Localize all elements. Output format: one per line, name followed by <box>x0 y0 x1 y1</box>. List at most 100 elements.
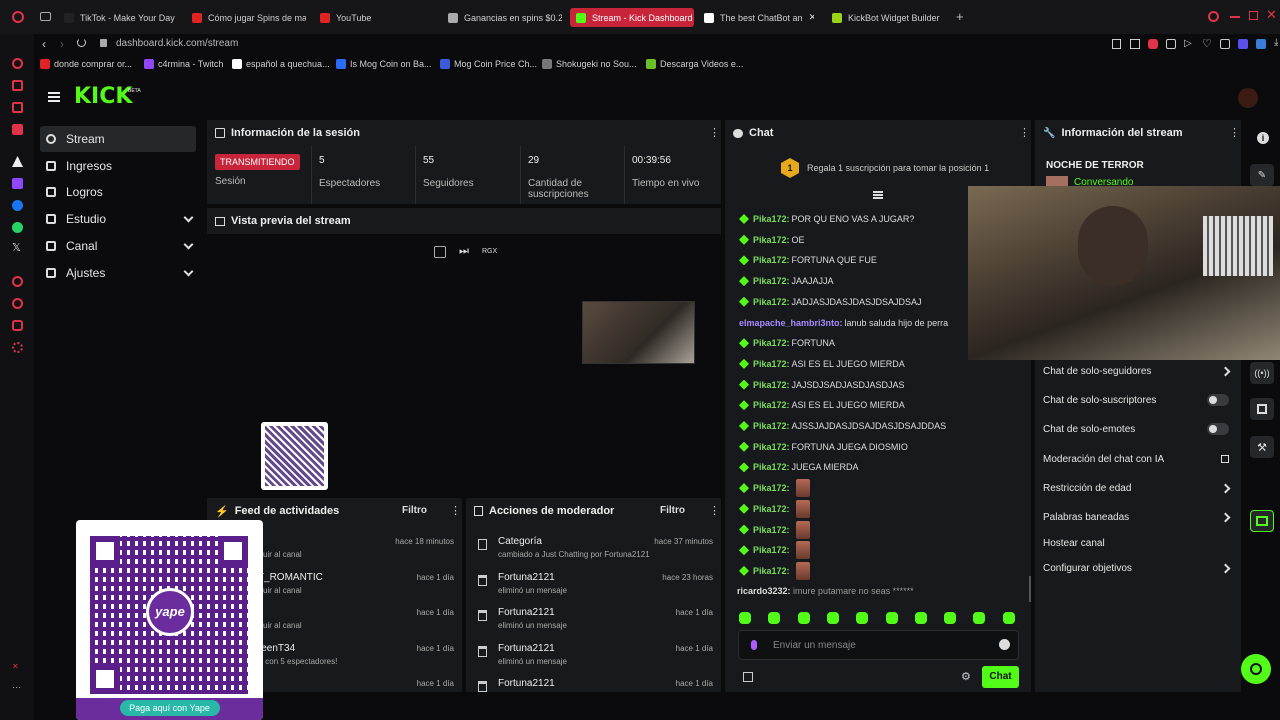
chat-last-user[interactable]: ricardo3232: <box>737 586 791 596</box>
layout-rail-icon[interactable] <box>1250 398 1274 420</box>
reload-icon[interactable] <box>77 38 86 47</box>
mod-more-icon[interactable]: ⋮ <box>709 505 720 517</box>
chat-username[interactable]: Pika172: <box>753 442 790 452</box>
stream-setting-row[interactable]: Palabras baneadas <box>1043 508 1233 526</box>
mod-item[interactable]: Categoría cambiado a Just Chatting por Fo… <box>466 532 721 568</box>
quick-emote[interactable] <box>739 612 751 624</box>
nav-item-ajustes[interactable]: Ajustes <box>40 260 196 286</box>
history-sidebar-icon[interactable] <box>12 298 23 309</box>
quick-emote[interactable] <box>914 612 927 624</box>
chat-username[interactable]: Pika172: <box>753 338 790 348</box>
url-text[interactable]: dashboard.kick.com/stream <box>116 38 238 49</box>
music-player-icon[interactable] <box>12 124 23 135</box>
tools-rail-icon[interactable]: ⚒ <box>1250 436 1274 458</box>
mod-item[interactable]: Fortuna2121 eliminó un mensaje hace 23 hor… <box>466 568 721 604</box>
help-fab[interactable] <box>1241 654 1271 684</box>
browser-tab[interactable]: The best ChatBot an ✕ <box>698 8 814 27</box>
chat-username[interactable]: Pika172: <box>753 380 790 390</box>
browser-tab[interactable]: Cómo jugar Spins de mar <box>186 8 306 27</box>
bookmark-item[interactable]: Is Mog Coin on Ba... <box>336 59 432 69</box>
extension-puzzle-icon[interactable] <box>1238 39 1248 49</box>
stream-setting-row[interactable]: Configurar objetivos <box>1043 559 1233 577</box>
crypto-wallet-icon[interactable] <box>12 80 23 91</box>
opera-logo-icon[interactable] <box>12 11 24 23</box>
maximize-icon[interactable] <box>1249 11 1258 20</box>
chat-username[interactable]: elmapache_hambri3nto: <box>739 318 843 328</box>
stream-setting-row[interactable]: Chat de solo-emotes <box>1043 420 1233 438</box>
chat-username[interactable]: Pika172: <box>753 276 790 286</box>
aria-icon[interactable] <box>12 58 23 69</box>
info-circle-icon[interactable]: i <box>1257 132 1269 144</box>
close-window-icon[interactable]: ✕ <box>1266 8 1277 21</box>
nav-item-canal[interactable]: Canal <box>40 233 196 259</box>
browser-tab[interactable]: Stream - Kick Dashboard <box>570 8 694 27</box>
chat-username[interactable]: Pika172: <box>753 359 790 369</box>
bookmark-item[interactable]: donde comprar or... <box>40 59 132 69</box>
user-avatar[interactable] <box>1238 88 1258 108</box>
tab-overview-icon[interactable] <box>40 12 51 21</box>
chat-input[interactable]: Enviar un mensaje <box>738 630 1019 660</box>
toggle-switch[interactable] <box>1207 423 1229 435</box>
chevron-down-icon[interactable] <box>183 212 194 223</box>
chat-send-button[interactable]: Chat <box>982 666 1019 688</box>
chevron-right-icon[interactable] <box>1220 483 1231 493</box>
forward-icon[interactable]: › <box>60 37 64 51</box>
chevron-right-icon[interactable] <box>1220 366 1231 376</box>
bookmark-item[interactable]: Descarga Videos e... <box>646 59 743 69</box>
back-icon[interactable]: ‹ <box>42 37 46 51</box>
stream-preview-video[interactable] <box>582 301 695 364</box>
gift-banner-text[interactable]: Regala 1 suscripción para tomar la posic… <box>807 163 989 173</box>
extensions-icon[interactable] <box>1220 39 1230 49</box>
browser-tab[interactable]: TikTok - Make Your Day <box>58 8 178 27</box>
chat-username[interactable]: Pika172: <box>753 483 790 493</box>
settings-sidebar-icon[interactable] <box>12 342 23 353</box>
chat-username[interactable]: Pika172: <box>753 255 790 265</box>
streaminfo-more-icon[interactable]: ⋮ <box>1229 127 1240 139</box>
broadcast-rail-icon[interactable]: ((•)) <box>1250 362 1274 384</box>
messenger-icon[interactable] <box>12 102 23 113</box>
nav-item-estudio[interactable]: Estudio <box>40 206 196 232</box>
chat-username[interactable]: Pika172: <box>753 235 790 245</box>
bookmark-item[interactable]: Shokugeki no Sou... <box>542 59 637 69</box>
chevron-right-icon[interactable] <box>1220 512 1231 522</box>
chat-username[interactable]: Pika172: <box>753 566 790 576</box>
feed-filter-button[interactable]: Filtro <box>402 505 427 516</box>
play-icon[interactable]: ▷ <box>1184 38 1192 49</box>
bookmark-page-icon[interactable] <box>1112 39 1121 49</box>
minimize-icon[interactable] <box>1230 16 1240 18</box>
heart-icon[interactable]: ♡ <box>1202 37 1212 50</box>
download-icon[interactable]: ⤓ <box>1274 37 1278 48</box>
search-tabs-icon[interactable] <box>1208 11 1219 22</box>
mod-item[interactable]: Fortuna2121 eliminó un mensaje hace 1 día <box>466 603 721 639</box>
chat-settings-icon[interactable]: ⚙ <box>961 670 971 683</box>
bookmark-item[interactable]: español a quechua... <box>232 59 330 69</box>
gift-box-icon[interactable] <box>743 672 753 682</box>
mic-icon[interactable] <box>751 640 757 650</box>
toggle-switch[interactable] <box>1207 394 1229 406</box>
player-sidebar-icon[interactable] <box>12 276 23 287</box>
quick-emote[interactable] <box>885 612 898 624</box>
chat-username[interactable]: Pika172: <box>753 525 790 535</box>
hamburger-menu-icon[interactable] <box>48 92 60 94</box>
kick-logo[interactable]: KICK <box>74 84 132 110</box>
quick-emote[interactable] <box>797 612 810 624</box>
browser-tab[interactable]: Ganancias en spins $0.25 <box>442 8 562 27</box>
stream-setting-row[interactable]: Chat de solo-suscriptores <box>1043 391 1233 409</box>
browser-tab[interactable]: YouTube <box>314 8 434 27</box>
easy-setup-icon[interactable] <box>1166 39 1176 49</box>
mod-item[interactable]: Fortuna2121 hace 1 día <box>466 674 721 710</box>
chat-username[interactable]: Pika172: <box>753 545 790 555</box>
skip-icon[interactable]: ⏭ <box>459 245 469 258</box>
chevron-down-icon[interactable] <box>183 239 194 250</box>
external-link-icon[interactable] <box>1221 455 1229 463</box>
extensions-sidebar-icon[interactable] <box>12 320 23 331</box>
new-tab-icon[interactable]: + <box>956 10 964 23</box>
popout-icon[interactable] <box>434 246 446 258</box>
chat-username[interactable]: Pika172: <box>753 421 790 431</box>
chevron-right-icon[interactable] <box>1220 563 1231 573</box>
chat-rail-icon[interactable] <box>1250 510 1274 532</box>
chat-username[interactable]: Pika172: <box>753 462 790 472</box>
nav-item-logros[interactable]: Logros <box>40 179 196 205</box>
vpn-shield-icon[interactable] <box>1148 39 1158 49</box>
chat-scrollbar[interactable] <box>1029 576 1031 602</box>
